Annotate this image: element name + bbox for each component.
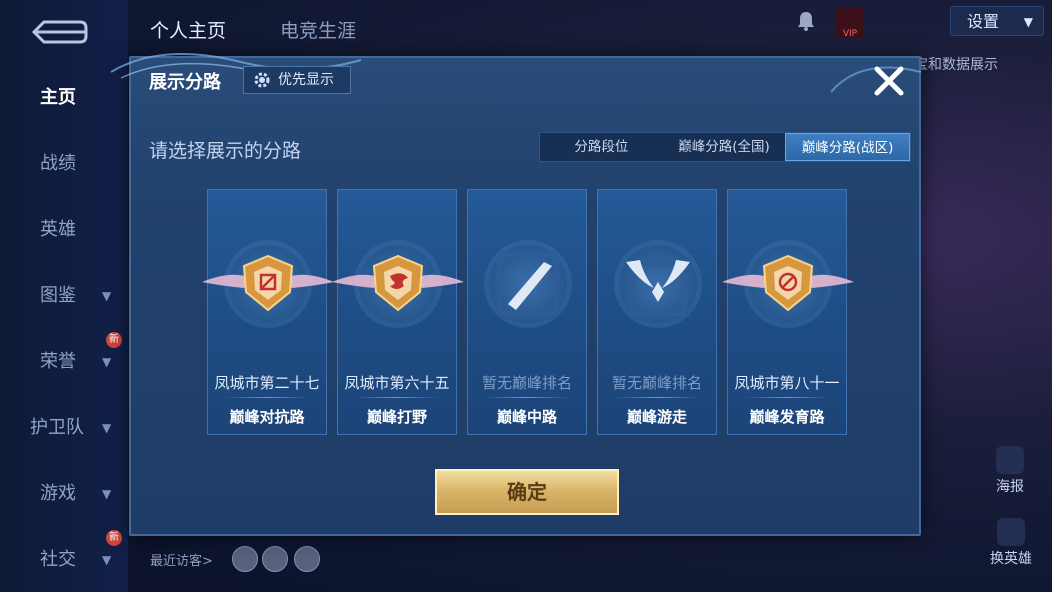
rank-text: 暂无巅峰排名 — [611, 374, 702, 392]
lane-card-mid[interactable]: 暂无巅峰排名 巅峰中路 — [467, 189, 587, 435]
priority-display-button[interactable]: 优先显示 — [243, 66, 351, 94]
switch-hero-icon — [997, 518, 1025, 546]
nav-item-heroes[interactable]: 英雄 — [0, 210, 128, 250]
nav-label: 游戏 — [40, 483, 76, 504]
poster-icon — [996, 446, 1024, 474]
tab-esports[interactable]: 电竞生涯 — [280, 16, 356, 43]
tab-profile[interactable]: 个人主页 — [150, 16, 226, 43]
nav-label: 护卫队 — [30, 417, 84, 438]
gear-icon — [254, 72, 270, 88]
confirm-button[interactable]: 确定 — [435, 469, 619, 515]
lane-name: 巅峰对抗路 — [229, 408, 305, 426]
recent-visitors-link[interactable]: 最近访客> — [150, 550, 213, 569]
dialog-header: 展示分路 优先显示 — [131, 58, 919, 104]
chevron-down-icon: ▼ — [102, 553, 112, 567]
divider — [484, 397, 570, 398]
dialog-title: 展示分路 — [149, 72, 221, 93]
poster-label: 海报 — [996, 479, 1024, 495]
avatar[interactable] — [294, 546, 320, 572]
close-icon[interactable] — [871, 63, 907, 99]
settings-dropdown[interactable]: 设置 ▼ — [950, 6, 1044, 36]
rank-text: 暂无巅峰排名 — [481, 374, 572, 392]
switch-hero-button[interactable]: 换英雄 — [990, 518, 1032, 568]
chevron-down-icon: ▼ — [102, 421, 112, 435]
nav-label: 荣誉 — [40, 351, 76, 372]
divider — [224, 397, 310, 398]
switch-hero-label: 换英雄 — [990, 551, 1032, 567]
chevron-down-icon: ▼ — [102, 487, 112, 501]
nav-item-honor[interactable]: 荣誉新 ▼ — [0, 332, 128, 382]
rank-text: 凤城市第二十七 — [214, 374, 320, 392]
poster-button[interactable]: 海报 — [996, 446, 1024, 496]
chevron-down-icon: ▼ — [102, 289, 112, 303]
priority-label: 优先显示 — [278, 72, 334, 88]
support-wings-icon — [626, 260, 690, 316]
nav-label: 社交 — [40, 549, 76, 570]
gold-rank-badge-icon — [722, 254, 854, 312]
rank-text: 凤城市第八十一 — [734, 374, 840, 392]
chevron-down-icon: ▼ — [102, 355, 112, 369]
avatar[interactable] — [262, 546, 288, 572]
lane-card-support[interactable]: 暂无巅峰排名 巅峰游走 — [597, 189, 717, 435]
nav-item-record[interactable]: 战绩 — [0, 144, 128, 184]
gold-rank-badge-icon — [332, 254, 464, 312]
tab-peak-lane-national[interactable]: 巅峰分路(全国) — [663, 133, 786, 161]
nav-label: 战绩 — [40, 153, 76, 174]
nav-label: 英雄 — [40, 219, 76, 240]
settings-label: 设置 — [967, 12, 1000, 31]
nav-label: 图鉴 — [40, 285, 76, 306]
lane-card-jungle[interactable]: 凤城市第六十五 巅峰打野 — [332, 189, 464, 435]
dialog-subtitle: 请选择展示的分路 — [149, 140, 302, 162]
divider — [744, 397, 830, 398]
nav-item-guard[interactable]: 护卫队 ▼ — [0, 408, 128, 448]
lane-name: 巅峰打野 — [366, 408, 427, 426]
segment-control: 分路段位 巅峰分路(全国) 巅峰分路(战区) — [539, 132, 911, 162]
lane-display-dialog: 展示分路 优先显示 请选择展示的分路 分路段位 巅峰分路(全国) 巅峰分路(战区… — [110, 53, 922, 536]
vip-badge[interactable]: VIP — [836, 8, 864, 39]
divider — [614, 397, 700, 398]
nav-label: 主页 — [40, 87, 76, 108]
divider — [354, 397, 440, 398]
chevron-down-icon: ▼ — [1023, 15, 1033, 29]
nav-item-games[interactable]: 游戏 ▼ — [0, 474, 128, 514]
back-icon[interactable] — [30, 18, 88, 46]
lane-card-top[interactable]: 凤城市第二十七 巅峰对抗路 — [202, 189, 334, 435]
lane-name: 巅峰发育路 — [749, 408, 825, 426]
bell-icon[interactable] — [796, 10, 816, 32]
lane-card-bottom[interactable]: 凤城市第八十一 巅峰发育路 — [722, 189, 854, 435]
mid-lane-icon — [497, 252, 559, 316]
avatar[interactable] — [232, 546, 258, 572]
nav-item-social[interactable]: 社交新 ▼ — [0, 530, 128, 580]
rank-text: 凤城市第六十五 — [344, 374, 450, 392]
tab-peak-lane-region[interactable]: 巅峰分路(战区) — [785, 133, 911, 161]
lane-name: 巅峰游走 — [626, 408, 687, 426]
nav-item-codex[interactable]: 图鉴 ▼ — [0, 276, 128, 316]
tab-lane-rank[interactable]: 分路段位 — [540, 133, 663, 161]
lane-name: 巅峰中路 — [496, 408, 557, 426]
